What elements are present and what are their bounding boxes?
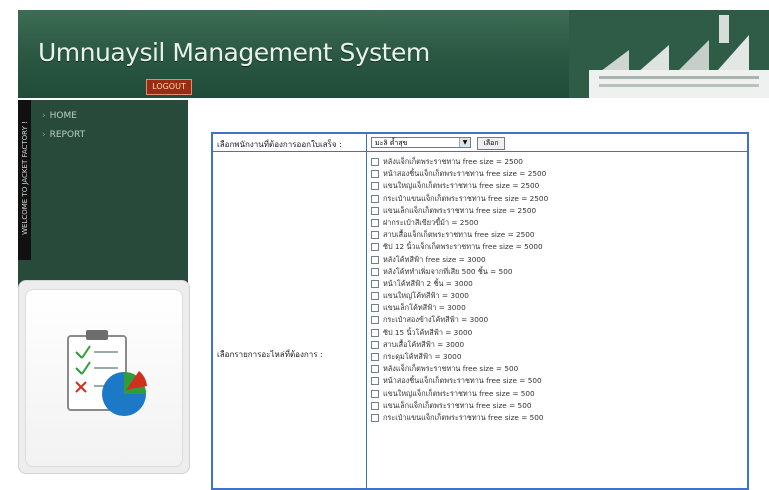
part-label: หลังโค้ทสีฟ้า free size = 3000 [383, 254, 486, 264]
part-label: ฝากระเป๋าสีเขียวขี้ม้า = 2500 [383, 217, 479, 227]
sidebar-item-report[interactable]: › REPORT [42, 130, 85, 140]
factory-illustration [569, 10, 769, 98]
parts-checklist-item: กระเป๋าแขนแจ็กเก็ตพระราชทาน free size = … [371, 193, 548, 205]
sidebar-item-home[interactable]: › HOME [42, 111, 77, 121]
parts-checklist-item: กระเป๋าสองข้างโค้ทสีฟ้า = 3000 [371, 314, 548, 326]
parts-checklist-item: หลังแจ็กเก็ตพระราชทาน free size = 2500 [371, 156, 548, 168]
employee-select[interactable]: มะลิ ด้ำสุข ▼ [371, 137, 471, 148]
part-checkbox[interactable] [371, 340, 379, 349]
parts-checklist-item: หลังโค้ทสีฟ้า free size = 3000 [371, 254, 548, 266]
parts-checklist-item: แขนเล็กโค้ทสีฟ้า = 3000 [371, 302, 548, 314]
chevron-down-icon: ▼ [459, 138, 470, 147]
parts-checklist-item: สาบเสื้อโค้ทสีฟ้า = 3000 [371, 339, 548, 351]
parts-checklist-item: หลังโค้ททำเพิ่มจากที่เสีย 500 ชิ้น = 500 [371, 266, 548, 278]
part-label: แขนเล็กแจ็กเก็ตพระราชทาน free size = 500 [383, 400, 532, 410]
parts-checklist-item: ซิป 12 นิ้วแจ็กเก็ตพระราชทาน free size =… [371, 241, 548, 253]
employee-label: เลือกพนักงานที่ต้องการออกใบเสร็จ : [217, 140, 342, 149]
part-label: ซิป 15 นิ้วโค้ทสีฟ้า = 3000 [383, 327, 473, 337]
clipboard-chart-icon [67, 330, 147, 416]
part-checkbox[interactable] [371, 401, 379, 410]
parts-checklist-item: แขนใหญ่โค้ทสีฟ้า = 3000 [371, 290, 548, 302]
part-label: แขนเล็กแจ็กเก็ตพระราชทาน free size = 250… [383, 205, 537, 215]
parts-checklist-item: ฝากระเป๋าสีเขียวขี้ม้า = 2500 [371, 217, 548, 229]
part-label: หน้าโค้ทสีฟ้า 2 ชิ้น = 3000 [383, 278, 473, 288]
parts-checklist-item: แขนเล็กแจ็กเก็ตพระราชทาน free size = 250… [371, 205, 548, 217]
parts-checklist: หลังแจ็กเก็ตพระราชทาน free size = 2500 หน… [371, 156, 548, 424]
part-checkbox[interactable] [371, 194, 379, 203]
employee-select-value: มะลิ ด้ำสุข [375, 139, 408, 147]
part-label: แขนใหญ่โค้ทสีฟ้า = 3000 [383, 291, 469, 301]
part-checkbox[interactable] [371, 206, 379, 215]
parts-checklist-item: กระเป๋าแขนแจ็กเก็ตพระราชทาน free size = … [371, 412, 548, 424]
part-checkbox[interactable] [371, 158, 379, 166]
choose-button[interactable]: เลือก [477, 137, 505, 150]
logout-button[interactable]: LOGOUT [146, 79, 192, 95]
part-label: แขนใหญ่แจ็กเก็ตพระราชทาน free size = 250… [383, 181, 540, 191]
part-label: แขนเล็กโค้ทสีฟ้า = 3000 [383, 303, 466, 313]
part-label: หน้าสองชิ้นแจ็กเก็ตพระราชทาน free size =… [383, 169, 547, 179]
part-label: กระเป๋าสองข้างโค้ทสีฟ้า = 3000 [383, 315, 489, 325]
part-label: แขนใหญ่แจ็กเก็ตพระราชทาน free size = 500 [383, 388, 535, 398]
items-label: เลือกรายการอะไหล่ที่ต้องการ : [217, 350, 323, 359]
parts-checklist-item: หลังแจ็กเก็ตพระราชทาน free size = 500 [371, 363, 548, 375]
part-checkbox[interactable] [371, 243, 379, 252]
employee-row: เลือกพนักงานที่ต้องการออกใบเสร็จ : มะลิ … [213, 134, 747, 152]
parts-checklist-item: ซิป 15 นิ้วโค้ทสีฟ้า = 3000 [371, 327, 548, 339]
part-label: ซิป 12 นิ้วแจ็กเก็ตพระราชทาน free size =… [383, 242, 543, 252]
part-checkbox[interactable] [371, 353, 379, 361]
app-title: Umnuaysil Management System [38, 38, 430, 67]
part-checkbox[interactable] [371, 389, 379, 398]
sidebar-item-label: REPORT [49, 130, 86, 140]
bullet-icon: › [42, 130, 46, 140]
parts-checklist-item: แขนใหญ่แจ็กเก็ตพระราชทาน free size = 250… [371, 180, 548, 192]
parts-checklist-item: สาบเสื้อแจ็กเก็ตพระราชทาน free size = 25… [371, 229, 548, 241]
part-checkbox[interactable] [371, 365, 379, 374]
parts-selection-form: เลือกพนักงานที่ต้องการออกใบเสร็จ : มะลิ … [211, 132, 749, 490]
welcome-strip: WELCOME TO JACKET FACTORY ! [18, 100, 31, 260]
part-label: หน้าสองชิ้นแจ็กเก็ตพระราชทาน free size =… [383, 376, 542, 386]
parts-checklist-item: หน้าสองชิ้นแจ็กเก็ตพระราชทาน free size =… [371, 375, 548, 387]
part-label: สาบเสื้อโค้ทสีฟ้า = 3000 [383, 339, 465, 349]
part-checkbox[interactable] [371, 413, 379, 422]
part-label: กระเป๋าแขนแจ็กเก็ตพระราชทาน free size = … [383, 193, 549, 203]
parts-checklist-item: กระดุมโค้ทสีฟ้า = 3000 [371, 351, 548, 363]
parts-checklist-item: แขนเล็กแจ็กเก็ตพระราชทาน free size = 500 [371, 400, 548, 412]
part-checkbox[interactable] [371, 328, 379, 337]
welcome-text: WELCOME TO JACKET FACTORY ! [21, 121, 29, 235]
parts-checklist-item: แขนใหญ่แจ็กเก็ตพระราชทาน free size = 500 [371, 388, 548, 400]
clipboard-image-frame [25, 289, 183, 467]
part-label: หลังแจ็กเก็ตพระราชทาน free size = 2500 [383, 157, 523, 166]
part-checkbox[interactable] [371, 218, 379, 227]
part-label: กระเป๋าแขนแจ็กเก็ตพระราชทาน free size = … [383, 412, 544, 422]
clipboard-image-panel [18, 280, 190, 474]
part-checkbox[interactable] [371, 182, 379, 191]
sidebar-item-label: HOME [49, 111, 77, 121]
part-label: กระดุมโค้ทสีฟ้า = 3000 [383, 352, 462, 361]
parts-checklist-item: หน้าสองชิ้นแจ็กเก็ตพระราชทาน free size =… [371, 168, 548, 180]
part-checkbox[interactable] [371, 304, 379, 313]
part-checkbox[interactable] [371, 292, 379, 301]
header-banner: Umnuaysil Management System LOGOUT [18, 10, 769, 98]
part-checkbox[interactable] [371, 255, 379, 264]
part-checkbox[interactable] [371, 231, 379, 240]
sidebar: WELCOME TO JACKET FACTORY ! › HOME › REPOR… [18, 100, 188, 290]
bullet-icon: › [42, 111, 46, 121]
part-checkbox[interactable] [371, 267, 379, 276]
column-separator [366, 134, 367, 488]
part-label: สาบเสื้อแจ็กเก็ตพระราชทาน free size = 25… [383, 230, 535, 240]
part-label: หลังโค้ททำเพิ่มจากที่เสีย 500 ชิ้น = 500 [383, 266, 513, 276]
part-checkbox[interactable] [371, 279, 379, 288]
part-checkbox[interactable] [371, 377, 379, 386]
parts-checklist-item: หน้าโค้ทสีฟ้า 2 ชิ้น = 3000 [371, 278, 548, 290]
part-checkbox[interactable] [371, 170, 379, 179]
part-label: หลังแจ็กเก็ตพระราชทาน free size = 500 [383, 364, 519, 374]
part-checkbox[interactable] [371, 316, 379, 325]
